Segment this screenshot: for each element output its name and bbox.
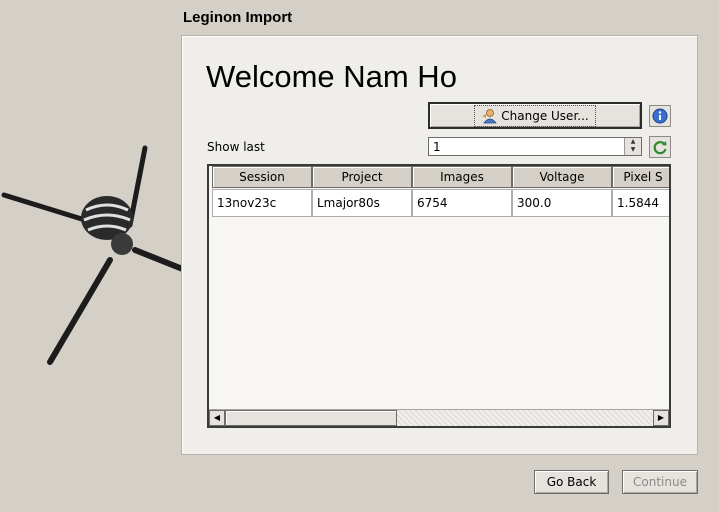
table-cell: 6754 [412, 189, 512, 217]
table-cell: 13nov23c [212, 189, 312, 217]
section-title: Leginon Import [183, 9, 293, 26]
scroll-left-arrow-icon[interactable]: ◀ [209, 410, 225, 426]
table-header: Session Project Images Voltage Pixel S [212, 166, 669, 188]
continue-button[interactable]: Continue [622, 470, 698, 494]
column-header-images[interactable]: Images [412, 166, 512, 188]
scrollbar-thumb[interactable] [225, 410, 397, 426]
scroll-right-arrow-icon[interactable]: ▶ [653, 410, 669, 426]
info-icon [652, 108, 668, 124]
table-row[interactable]: 13nov23c Lmajor80s 6754 300.0 1.5844 [212, 189, 669, 217]
change-user-label: Change User... [501, 108, 589, 123]
refresh-button[interactable] [649, 136, 671, 158]
sessions-table: Session Project Images Voltage Pixel S 1… [207, 164, 671, 428]
show-last-spinner[interactable]: 1 ▲ ▼ [428, 137, 642, 156]
show-last-label: Show last [207, 140, 265, 154]
table-cell: 300.0 [512, 189, 612, 217]
column-header-project[interactable]: Project [312, 166, 412, 188]
refresh-icon [653, 141, 667, 155]
user-icon [482, 108, 498, 123]
welcome-heading: Welcome Nam Ho [206, 59, 457, 94]
spinner-down-arrow-icon[interactable]: ▼ [625, 146, 641, 154]
column-header-session[interactable]: Session [212, 166, 312, 188]
horizontal-scrollbar[interactable]: ◀ ▶ [209, 409, 669, 426]
table-cell: 1.5844 [612, 189, 669, 217]
change-user-button[interactable]: Change User... [428, 102, 642, 129]
spinner-up-arrow-icon[interactable]: ▲ [625, 138, 641, 146]
table-cell: Lmajor80s [312, 189, 412, 217]
column-header-voltage[interactable]: Voltage [512, 166, 612, 188]
show-last-value[interactable]: 1 [433, 140, 441, 154]
info-button[interactable] [649, 105, 671, 127]
go-back-button[interactable]: Go Back [534, 470, 609, 494]
column-header-pixel-size[interactable]: Pixel S [612, 166, 669, 188]
